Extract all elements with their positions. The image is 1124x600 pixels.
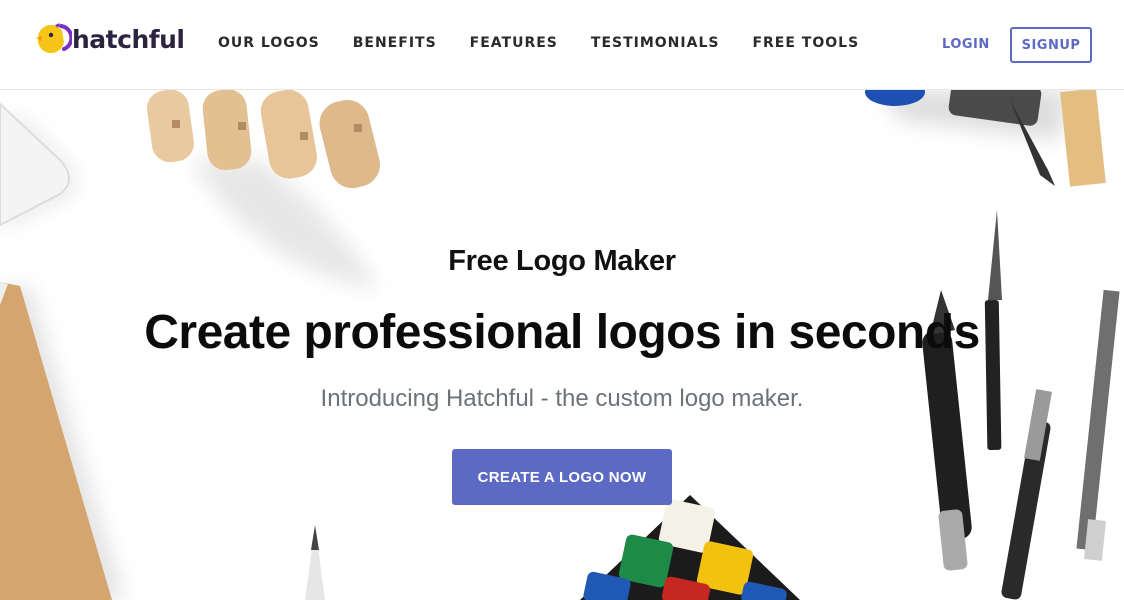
nav-free-tools[interactable]: FREE TOOLS bbox=[752, 35, 859, 51]
nav-our-logos[interactable]: OUR LOGOS bbox=[218, 35, 320, 51]
create-logo-button[interactable]: CREATE A LOGO NOW bbox=[452, 449, 672, 505]
main-nav: OUR LOGOS BENEFITS FEATURES TESTIMONIALS… bbox=[218, 35, 892, 51]
nav-testimonials[interactable]: TESTIMONIALS bbox=[591, 35, 720, 51]
chick-logo-icon bbox=[34, 22, 74, 56]
hero-eyebrow: Free Logo Maker bbox=[448, 245, 676, 277]
login-link[interactable]: LOGIN bbox=[942, 37, 990, 52]
nav-features[interactable]: FEATURES bbox=[470, 35, 558, 51]
hero-subheadline: Introducing Hatchful - the custom logo m… bbox=[320, 385, 804, 412]
signup-button[interactable]: SIGNUP bbox=[1010, 27, 1092, 63]
site-header: hatchful OUR LOGOS BENEFITS FEATURES TES… bbox=[0, 0, 1124, 90]
brand-logo[interactable]: hatchful bbox=[34, 22, 185, 56]
nav-benefits[interactable]: BENEFITS bbox=[353, 35, 437, 51]
rubiks-cube bbox=[580, 495, 800, 600]
hero-headline: Create professional logos in seconds bbox=[144, 306, 980, 359]
hero-section: Free Logo Maker Create professional logo… bbox=[0, 90, 1124, 600]
brand-name: hatchful bbox=[72, 24, 185, 54]
